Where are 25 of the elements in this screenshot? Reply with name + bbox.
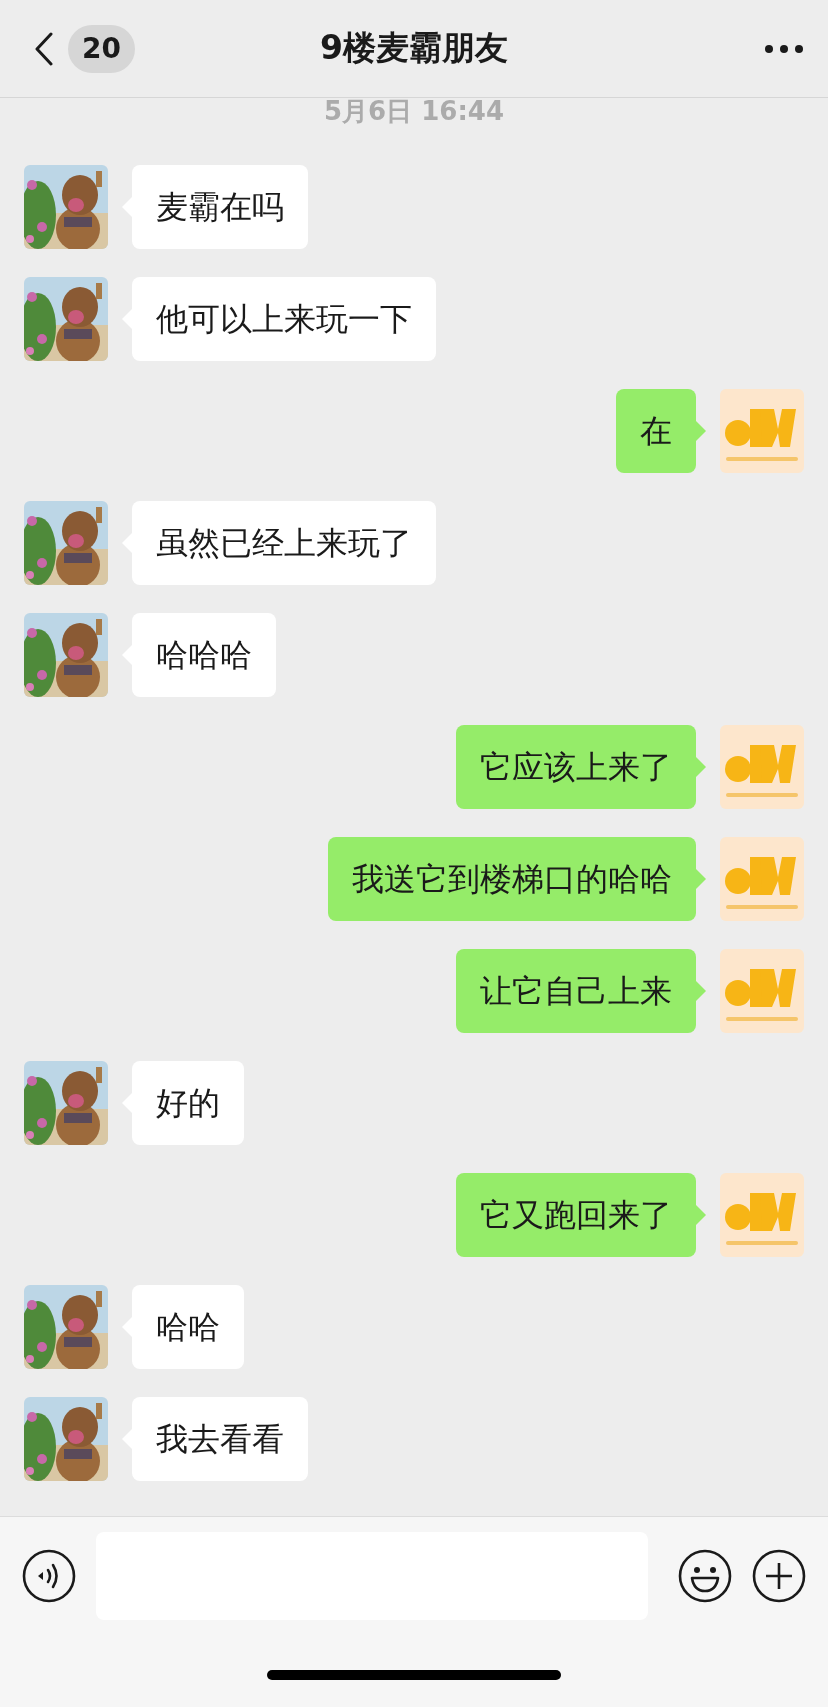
emoji-icon[interactable]: [678, 1549, 732, 1603]
message-bubble: 好的: [132, 1061, 244, 1145]
message-bubble: 哈哈哈: [132, 613, 276, 697]
message-bubble: 虽然已经上来玩了: [132, 501, 436, 585]
message-bubble: 让它自己上来: [456, 949, 696, 1033]
message-bubble: 在: [616, 389, 696, 473]
more-icon[interactable]: [764, 43, 804, 54]
bubble-tail: [696, 981, 706, 1001]
message-bubble: 麦霸在吗: [132, 165, 308, 249]
voice-icon[interactable]: [22, 1549, 76, 1603]
timestamp: 5月6日 16:44: [324, 98, 504, 126]
bubble-tail: [696, 1205, 706, 1225]
message-bubble: 我送它到楼梯口的哈哈: [328, 837, 696, 921]
message-bubble: 它又跑回来了: [456, 1173, 696, 1257]
message-bubble: 哈哈: [132, 1285, 244, 1369]
bubble-tail: [696, 421, 706, 441]
bubble-tail: [696, 869, 706, 889]
bubble-tail: [696, 757, 706, 777]
message-bubble: 他可以上来玩一下: [132, 277, 436, 361]
message-bubble: 它应该上来了: [456, 725, 696, 809]
back-icon[interactable]: [34, 31, 54, 66]
unread-count-badge[interactable]: 20: [68, 24, 135, 73]
add-icon[interactable]: [752, 1549, 806, 1603]
message-bubble: 我去看看: [132, 1397, 308, 1481]
chat-title: 9楼麦霸朋友: [320, 27, 508, 69]
